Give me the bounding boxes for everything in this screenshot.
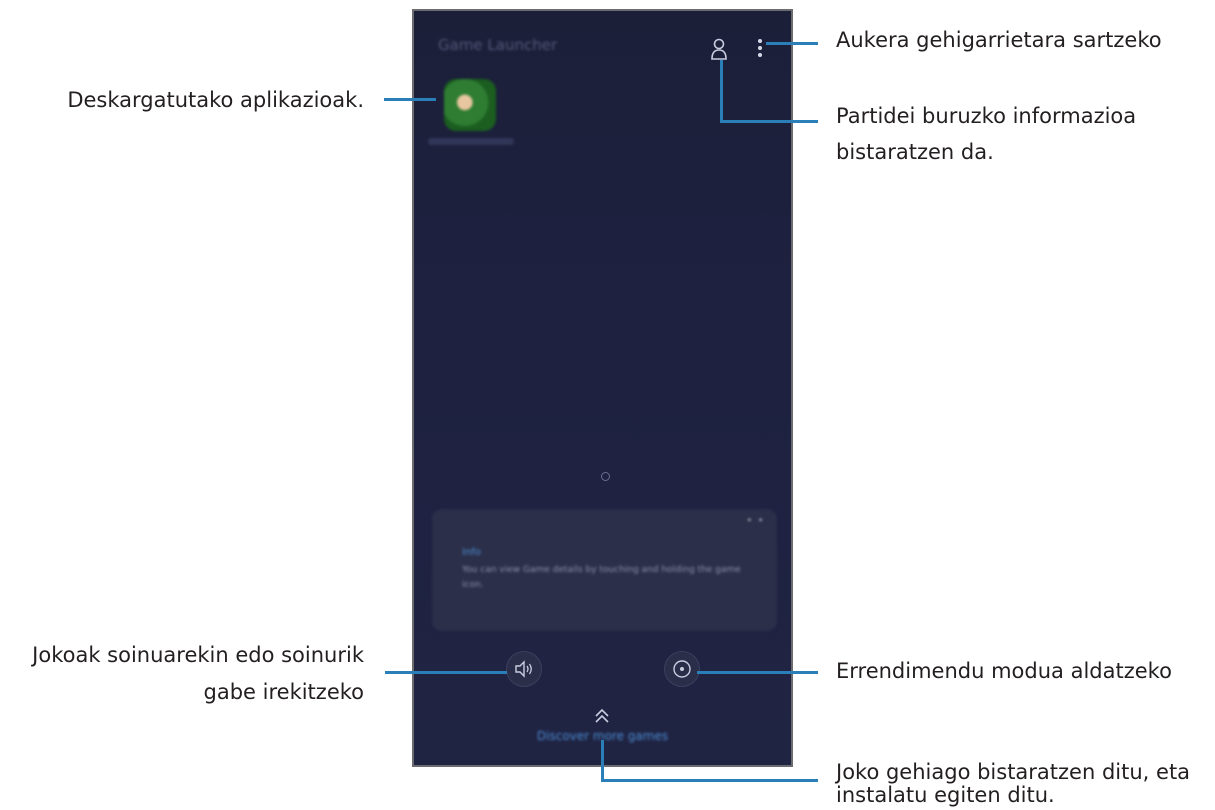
callout-more-options: Aukera gehigarrietara sartzeko — [836, 28, 1162, 52]
leader-discover-horizontal — [601, 779, 818, 782]
leader-more-options — [766, 42, 818, 45]
tip-card: • • Info You can view Game details by to… — [432, 509, 777, 631]
leader-performance-mode — [697, 671, 818, 674]
tip-text: You can view Game details by touching an… — [462, 565, 741, 590]
callout-sound-toggle-1: Jokoak soinuarekin edo soinurik — [32, 643, 364, 667]
callout-downloaded-apps: Deskargatutako aplikazioak. — [67, 88, 364, 112]
leader-discover-vertical — [601, 740, 604, 782]
leader-sound-toggle — [385, 671, 507, 674]
performance-mode-button[interactable] — [664, 651, 700, 687]
more-options-icon[interactable] — [756, 38, 764, 62]
tip-label: Info — [462, 547, 481, 558]
callout-discover-2: instalatu egiten ditu. — [836, 783, 1055, 807]
speaker-icon — [515, 660, 532, 678]
profile-icon[interactable] — [710, 37, 728, 65]
leader-game-info-horizontal — [720, 120, 818, 123]
callout-performance-mode: Errendimendu modua aldatzeko — [836, 659, 1172, 683]
sound-toggle-button[interactable] — [506, 651, 542, 687]
callout-game-info-1: Partidei buruzko informazioa — [836, 104, 1137, 128]
performance-icon — [673, 660, 691, 678]
game-app-icon[interactable] — [444, 79, 496, 131]
callout-sound-toggle-2: gabe irekitzeko — [203, 680, 364, 704]
game-app-label — [428, 138, 514, 145]
chevron-up-icon[interactable] — [592, 706, 612, 731]
callout-game-info-2: bistaratzen da. — [836, 140, 994, 164]
page-indicator — [601, 472, 610, 481]
leader-downloaded-apps — [384, 98, 436, 101]
leader-game-info-vertical — [720, 60, 723, 123]
card-pager-dots: • • — [747, 516, 765, 525]
app-title: Game Launcher — [438, 36, 558, 54]
